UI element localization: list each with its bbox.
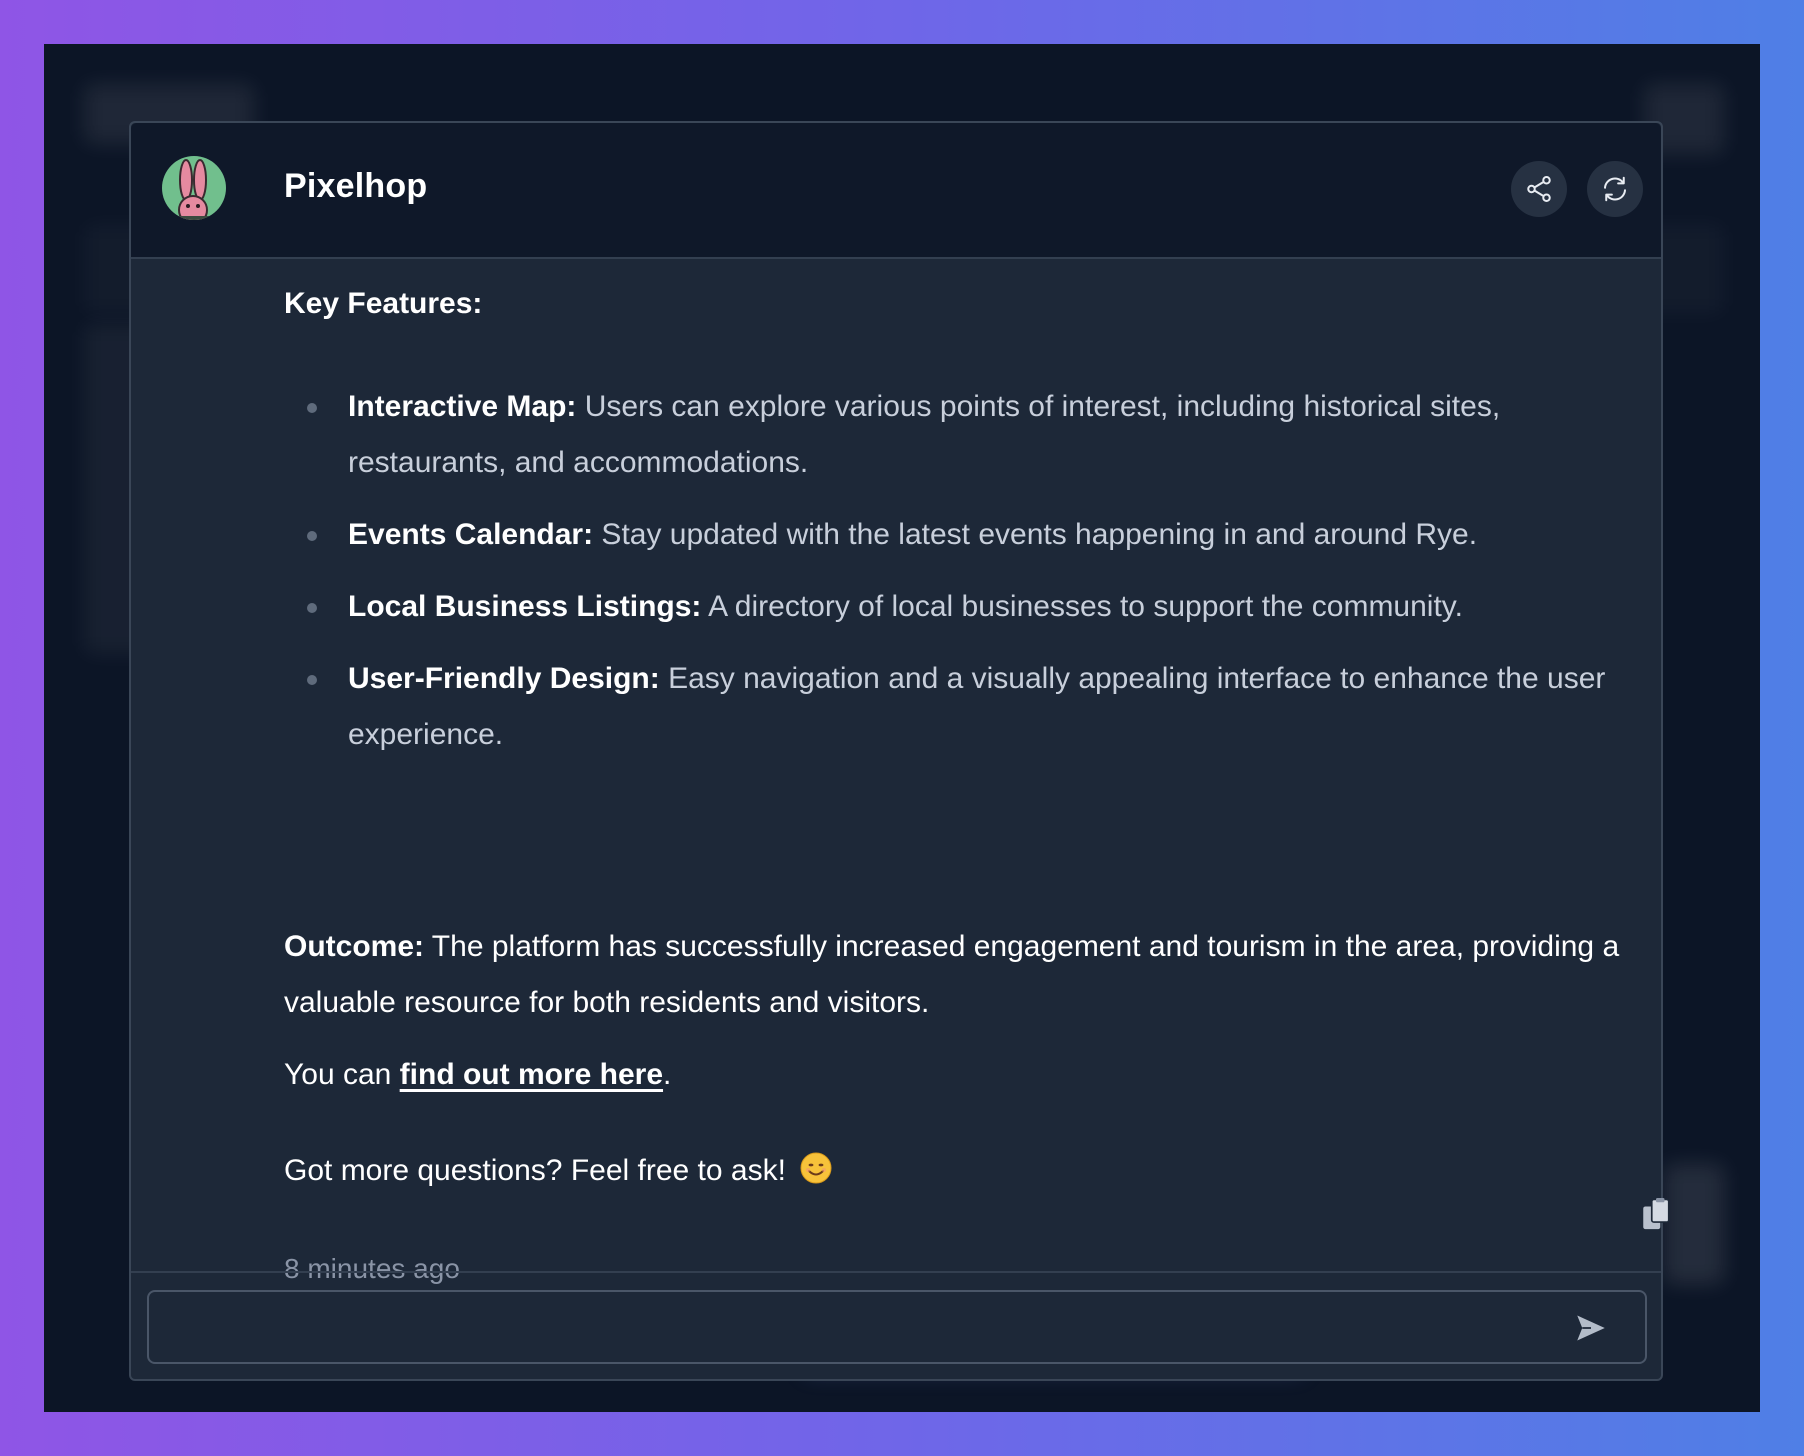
- send-icon: [1577, 1315, 1605, 1341]
- followup-text: Got more questions? Feel free to ask!: [284, 1154, 786, 1187]
- chat-header: Pixelhop: [131, 123, 1661, 259]
- list-item: Local Business Listings: A directory of …: [284, 579, 1624, 635]
- bullet-icon: [307, 403, 317, 413]
- composer-divider: [131, 1271, 1661, 1273]
- refresh-button[interactable]: [1587, 161, 1643, 217]
- share-button[interactable]: [1511, 161, 1567, 217]
- more-prefix: You can: [284, 1058, 400, 1091]
- more-paragraph: You can find out more here.: [284, 1047, 671, 1103]
- outcome-term: Outcome:: [284, 930, 425, 963]
- feature-text: A directory of local businesses to suppo…: [701, 590, 1463, 623]
- feature-term: Events Calendar:: [348, 518, 594, 551]
- features-list: Interactive Map: Users can explore vario…: [284, 379, 1624, 779]
- copy-icon: [1643, 1198, 1670, 1230]
- message-timestamp: 8 minutes ago: [284, 1253, 460, 1284]
- copy-button[interactable]: [1636, 1193, 1676, 1237]
- find-out-more-link[interactable]: find out more here: [400, 1058, 663, 1091]
- bullet-icon: [307, 531, 317, 541]
- list-item: Events Calendar: Stay updated with the l…: [284, 507, 1624, 563]
- chat-panel: Pixelhop Key Features: Interactive Map: …: [129, 121, 1670, 1381]
- message-composer: [147, 1290, 1647, 1364]
- followup-paragraph: Got more questions? Feel free to ask!: [284, 1143, 832, 1203]
- bullet-icon: [307, 675, 317, 685]
- avatar: [162, 156, 226, 220]
- message-input[interactable]: [169, 1292, 1553, 1364]
- bunny-icon: [162, 159, 226, 220]
- app-frame: Pixelhop Key Features: Interactive Map: …: [44, 44, 1760, 1412]
- bullet-icon: [307, 603, 317, 613]
- list-item: Interactive Map: Users can explore vario…: [284, 379, 1624, 491]
- feature-text: Stay updated with the latest events happ…: [593, 518, 1478, 551]
- more-suffix: .: [663, 1058, 672, 1091]
- smiling-face-emoji: [800, 1147, 832, 1203]
- outcome-text: The platform has successfully increased …: [284, 930, 1620, 1019]
- refresh-icon: [1604, 176, 1626, 202]
- feature-term: Local Business Listings:: [348, 590, 702, 623]
- features-heading: Key Features:: [284, 287, 483, 320]
- feature-term: User-Friendly Design:: [348, 662, 660, 695]
- send-button[interactable]: [1561, 1300, 1621, 1356]
- feature-term: Interactive Map:: [348, 390, 577, 423]
- outcome-paragraph: Outcome: The platform has successfully i…: [284, 919, 1624, 1031]
- share-icon: [1527, 176, 1551, 202]
- chat-title: Pixelhop: [284, 167, 428, 205]
- list-item: User-Friendly Design: Easy navigation an…: [284, 651, 1624, 763]
